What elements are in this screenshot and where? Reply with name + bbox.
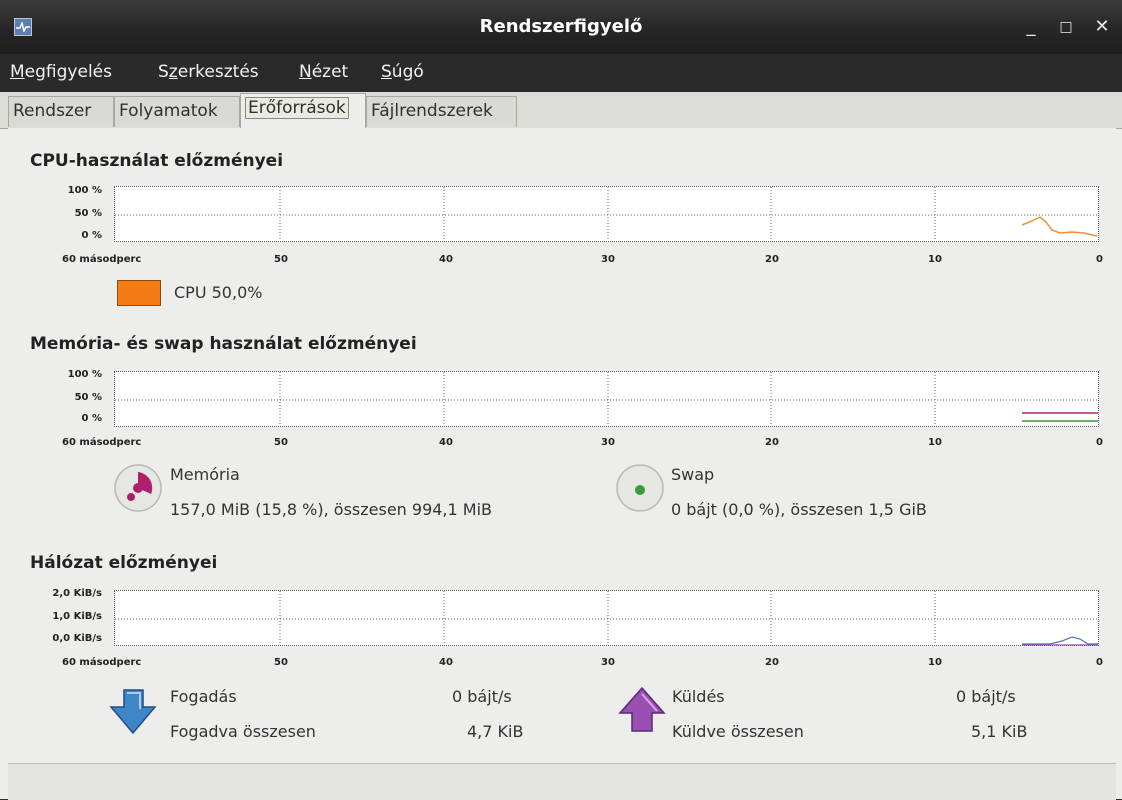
- status-bar: [8, 763, 1116, 800]
- graphics-overlay: [109, 187, 1098, 735]
- swap-pie-icon: [616, 464, 664, 512]
- cpu-usage-line: [1021, 216, 1098, 237]
- memory-pie-icon: [114, 464, 162, 512]
- system-monitor-window: Rendszerfigyelő _ □ ✕ Megfigyelés Szerke…: [0, 0, 1122, 800]
- graph-gridlines: [115, 187, 1098, 645]
- send-arrow-icon: [618, 686, 666, 732]
- network-receive-line: [1022, 636, 1098, 645]
- receive-arrow-icon: [109, 689, 157, 735]
